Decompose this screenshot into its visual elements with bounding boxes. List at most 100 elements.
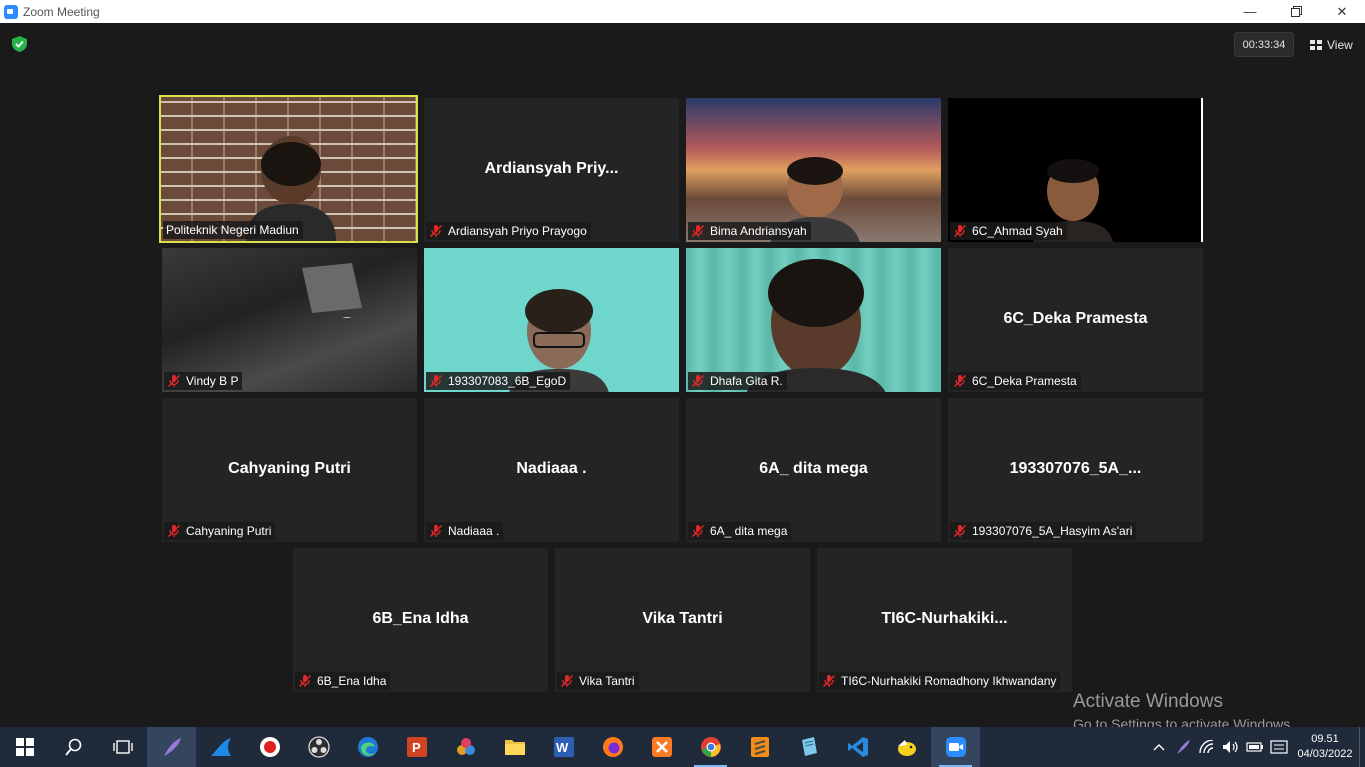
taskbar-app-chrome[interactable] <box>686 727 735 767</box>
search-icon <box>64 738 81 756</box>
taskbar-clock[interactable]: 09.51 04/03/2022 <box>1291 732 1359 762</box>
taskbar-app-zoom[interactable] <box>931 727 980 767</box>
participant-tile[interactable]: 193307083_6B_EgoD <box>424 248 679 392</box>
participant-display-name: 6C_Deka Pramesta <box>1003 310 1148 327</box>
speaker-icon <box>1223 741 1238 753</box>
window-title: Zoom Meeting <box>23 4 100 19</box>
mic-muted-icon <box>167 524 181 538</box>
mic-muted-icon <box>822 674 836 688</box>
notepad-icon <box>801 737 817 756</box>
participant-name-label: 193307083_6B_EgoD <box>426 372 571 390</box>
clock-date: 04/03/2022 <box>1297 748 1353 760</box>
clock-time: 09.51 <box>1311 733 1339 745</box>
language-button[interactable] <box>1267 727 1291 767</box>
participant-name-label: Nadiaaa . <box>426 522 504 540</box>
mic-muted-icon <box>560 674 574 688</box>
chevron-up-icon <box>1153 744 1165 751</box>
participant-display-name: Cahyaning Putri <box>228 460 351 477</box>
mic-muted-icon <box>953 374 967 388</box>
view-label: View <box>1327 37 1353 52</box>
participant-tile[interactable]: TI6C-Nurhakiki... TI6C-Nurhakiki Romadho… <box>817 548 1072 692</box>
taskbar-app-recorder[interactable] <box>245 727 294 767</box>
firefox-icon <box>602 737 623 757</box>
participant-tile[interactable]: 6A_ dita mega 6A_ dita mega <box>686 398 941 542</box>
tray-feather-button[interactable] <box>1171 727 1195 767</box>
mic-muted-icon <box>298 674 312 688</box>
restore-button[interactable] <box>1273 0 1319 23</box>
taskbar-app-firefox[interactable] <box>588 727 637 767</box>
taskbar-app-sublime[interactable] <box>735 727 784 767</box>
participant-display-name: TI6C-Nurhakiki... <box>881 610 1008 627</box>
mic-muted-icon <box>429 524 443 538</box>
participant-tile[interactable]: 6C_Ahmad Syah <box>948 98 1203 242</box>
battery-button[interactable] <box>1243 727 1267 767</box>
taskbar-app-file-explorer[interactable] <box>490 727 539 767</box>
start-button[interactable] <box>0 727 49 767</box>
window-titlebar: Zoom Meeting — ✕ <box>0 0 1365 23</box>
mic-muted-icon <box>953 524 967 538</box>
network-button[interactable] <box>1195 727 1219 767</box>
search-button[interactable] <box>49 727 98 767</box>
battery-icon <box>1246 742 1263 752</box>
mic-muted-icon <box>167 374 181 388</box>
sublime-icon <box>750 737 769 757</box>
taskbar-app-obs[interactable] <box>294 727 343 767</box>
show-hidden-icons-button[interactable] <box>1147 727 1171 767</box>
taskbar-app-xampp[interactable] <box>637 727 686 767</box>
edge-icon <box>357 737 378 757</box>
participant-name-label: 6B_Ena Idha <box>295 672 391 690</box>
participant-tile[interactable]: Bima Andriansyah <box>686 98 941 242</box>
taskbar-app-shark[interactable] <box>196 727 245 767</box>
taskbar-app-edge[interactable] <box>343 727 392 767</box>
volume-button[interactable] <box>1219 727 1243 767</box>
participant-name-label: 6A_ dita mega <box>688 522 792 540</box>
participant-name-label: TI6C-Nurhakiki Romadhony Ikhwandany <box>819 672 1061 690</box>
start-icon <box>15 738 34 756</box>
view-button[interactable]: View <box>1302 32 1360 57</box>
participant-tile[interactable]: 193307076_5A_... 193307076_5A_Hasyim As'… <box>948 398 1203 542</box>
svg-text:W: W <box>556 740 569 755</box>
participant-tile[interactable]: 6B_Ena Idha 6B_Ena Idha <box>293 548 548 692</box>
participant-tile[interactable]: Politeknik Negeri Madiun <box>159 95 418 243</box>
taskbar-app-word[interactable]: W <box>539 727 588 767</box>
participant-name-label: Vindy B P <box>164 372 243 390</box>
taskbar-app-vscode[interactable] <box>833 727 882 767</box>
taskbar-app-powerpoint[interactable]: P <box>392 727 441 767</box>
taskbar-app-davinci[interactable] <box>441 727 490 767</box>
participant-name-label: 6C_Ahmad Syah <box>950 222 1067 240</box>
shark-fin-icon <box>210 738 231 756</box>
participant-display-name: 6B_Ena Idha <box>372 610 469 627</box>
minimize-button[interactable]: — <box>1227 0 1273 23</box>
wifi-icon <box>1199 740 1214 754</box>
taskbar-app-feather[interactable] <box>147 727 196 767</box>
participant-tile[interactable]: 6C_Deka Pramesta 6C_Deka Pramesta <box>948 248 1203 392</box>
task-view-icon <box>112 740 133 754</box>
close-button[interactable]: ✕ <box>1319 0 1365 23</box>
xampp-icon <box>651 737 672 757</box>
keyboard-icon <box>1270 740 1288 754</box>
encryption-shield-icon[interactable] <box>12 36 27 52</box>
taskbar-app-notepad[interactable] <box>784 727 833 767</box>
participant-name-label: Cahyaning Putri <box>164 522 276 540</box>
participant-tile[interactable]: Cahyaning Putri Cahyaning Putri <box>162 398 417 542</box>
participant-name-label: Politeknik Negeri Madiun <box>163 221 303 239</box>
participant-display-name: Vika Tantri <box>642 610 723 627</box>
show-desktop-button[interactable] <box>1359 727 1365 767</box>
mic-muted-icon <box>429 224 443 238</box>
davinci-icon <box>456 738 475 755</box>
participant-tile[interactable]: Vindy B P <box>162 248 417 392</box>
window-controls: — ✕ <box>1227 0 1365 23</box>
participant-name-label: Bima Andriansyah <box>688 222 811 240</box>
participant-tile[interactable]: Ardiansyah Priy... Ardiansyah Priyo Pray… <box>424 98 679 242</box>
mic-muted-icon <box>691 224 705 238</box>
task-view-button[interactable] <box>98 727 147 767</box>
participant-tile[interactable]: Dhafa Gita R. <box>686 248 941 392</box>
taskbar-app-bird[interactable] <box>882 727 931 767</box>
participant-name-label: 6C_Deka Pramesta <box>950 372 1081 390</box>
participant-tile[interactable]: Nadiaaa . Nadiaaa . <box>424 398 679 542</box>
participant-name-label: Vika Tantri <box>557 672 639 690</box>
system-tray: 09.51 04/03/2022 <box>1147 727 1365 767</box>
participant-tile[interactable]: Vika Tantri Vika Tantri <box>555 548 810 692</box>
zoom-icon <box>945 737 966 757</box>
mic-muted-icon <box>953 224 967 238</box>
